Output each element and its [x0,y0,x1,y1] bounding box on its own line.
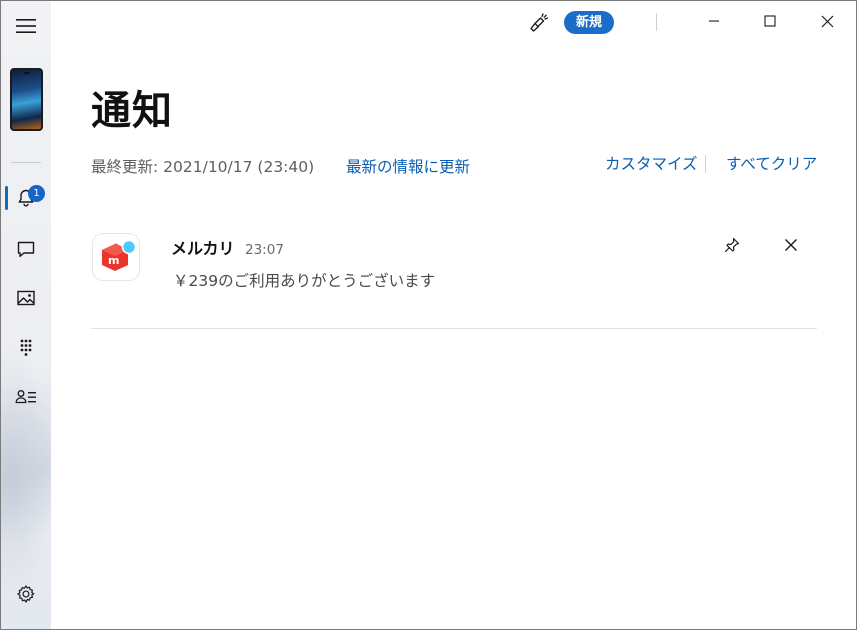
chat-icon [17,241,35,257]
close-button[interactable] [804,1,850,41]
sidebar-item-messages[interactable] [1,229,51,269]
customize-link[interactable]: カスタマイズ [605,154,698,174]
notification-divider [91,328,817,329]
gear-icon [17,585,35,603]
notification-message: ￥239のご利用ありがとうございます [173,272,436,290]
last-updated-text: 最終更新: 2021/10/17 (23:40) [91,158,315,176]
close-icon [785,239,797,251]
minimize-icon [709,20,719,22]
hamburger-menu-button[interactable] [1,6,51,46]
brush-button[interactable] [524,8,554,38]
phone-notch [23,72,30,74]
minimize-button[interactable] [691,1,737,41]
notification-time: 23:07 [245,242,284,258]
pin-button[interactable] [718,231,746,259]
sidebar: 1 [1,1,51,629]
notification-app-name: メルカリ [171,239,235,258]
sidebar-item-settings[interactable] [1,574,51,614]
photo-icon [17,290,35,306]
header-action-divider [705,155,706,173]
contacts-icon [15,390,36,404]
dismiss-notification-button[interactable] [777,231,805,259]
sidebar-item-contacts[interactable] [1,377,51,417]
refresh-link[interactable]: 最新の情報に更新 [346,157,470,177]
svg-text:m: m [108,254,119,267]
brush-icon [530,13,549,32]
sidebar-divider [11,162,41,163]
notification-card[interactable]: m メルカリ 23:07 ￥239のご利用ありがとうございます [91,229,817,329]
maximize-icon [764,15,776,27]
new-button[interactable]: 新規 [564,11,614,34]
phone-thumbnail[interactable] [10,68,43,131]
app-window: 1 新規 通知 最終更新: 2021/10/17 (23:40) 最新の情報に更… [0,0,857,630]
sidebar-item-calls[interactable] [1,328,51,368]
titlebar-divider [656,13,657,31]
dialpad-icon [20,339,32,356]
sidebar-item-photos[interactable] [1,278,51,318]
hamburger-icon [16,19,36,33]
mercari-icon: m [93,234,139,280]
close-icon [821,15,833,27]
clear-all-link[interactable]: すべてクリア [726,154,817,174]
page-title: 通知 [91,88,173,134]
notification-count-badge: 1 [28,185,45,202]
maximize-button[interactable] [747,1,793,41]
pin-icon [724,237,740,253]
